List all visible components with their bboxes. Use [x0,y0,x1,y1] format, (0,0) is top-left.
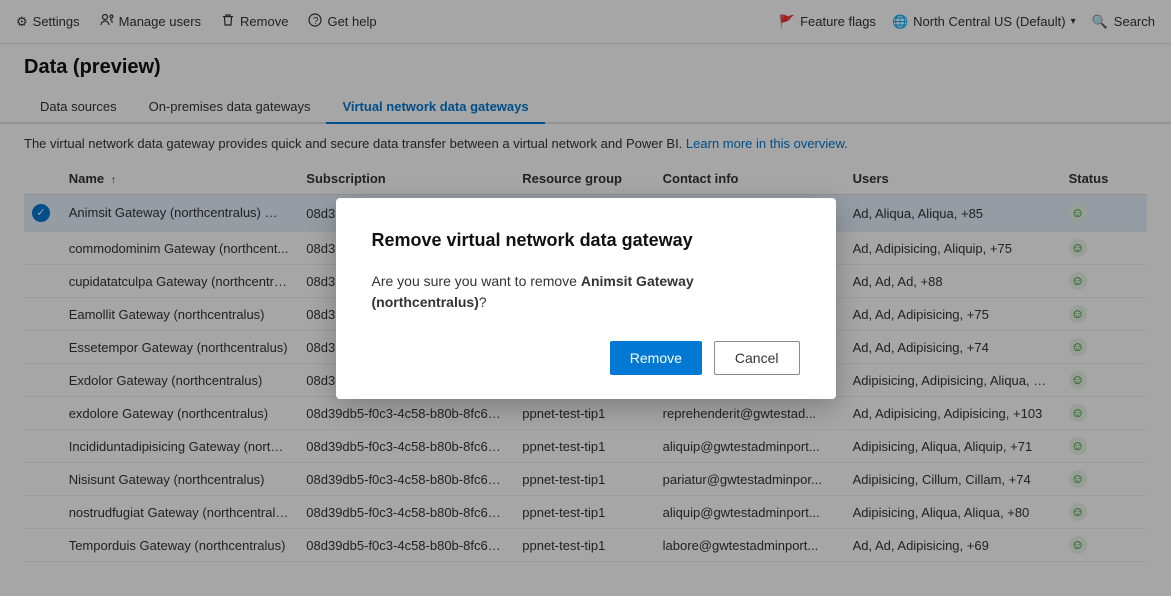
modal-body: Are you sure you want to remove Animsit … [372,271,800,313]
modal-overlay: Remove virtual network data gateway Are … [0,0,1171,596]
modal-title: Remove virtual network data gateway [372,230,800,251]
modal-cancel-button[interactable]: Cancel [714,341,800,375]
modal-body-prefix: Are you sure you want to remove [372,273,581,289]
modal-remove-button[interactable]: Remove [610,341,702,375]
modal-actions: Remove Cancel [372,341,800,375]
modal-body-suffix: ? [479,294,487,310]
remove-modal: Remove virtual network data gateway Are … [336,198,836,399]
